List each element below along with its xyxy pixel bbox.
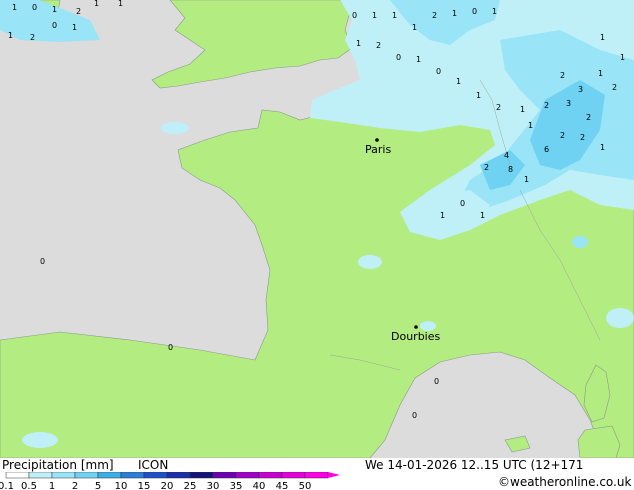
footer-credit: ©weatheronline.co.uk bbox=[498, 475, 632, 489]
legend-tick-label: 45 bbox=[276, 481, 289, 490]
city-label-paris: Paris bbox=[365, 143, 392, 156]
precip-value-label: 0 bbox=[352, 11, 357, 20]
precip-value-label: 1 bbox=[600, 143, 605, 152]
precip-value-label: 0 bbox=[32, 3, 37, 12]
legend-tick-label: 40 bbox=[253, 481, 266, 490]
precip-value-label: 2 bbox=[560, 131, 565, 140]
precip-value-label: 0 bbox=[434, 377, 439, 386]
precip-value-label: 1 bbox=[620, 53, 625, 62]
precip-value-label: 0 bbox=[436, 67, 441, 76]
precip-value-label: 0 bbox=[168, 343, 173, 352]
precip-value-label: 1 bbox=[456, 77, 461, 86]
legend-tick-label: 0.1 bbox=[0, 481, 14, 490]
legend-tick-label: 2 bbox=[72, 481, 78, 490]
precip-value-label: 1 bbox=[12, 3, 17, 12]
precip-value-label: 2 bbox=[496, 103, 501, 112]
legend-tick-label: 50 bbox=[299, 481, 312, 490]
precip-value-label: 2 bbox=[560, 71, 565, 80]
precip-value-label: 1 bbox=[416, 55, 421, 64]
legend-tick-label: 30 bbox=[207, 481, 220, 490]
legend-tick-label: 35 bbox=[230, 481, 243, 490]
precip-value-label: 2 bbox=[580, 133, 585, 142]
precip-value-label: 1 bbox=[528, 121, 533, 130]
precip-value-label: 1 bbox=[356, 39, 361, 48]
precip-value-label: 1 bbox=[452, 9, 457, 18]
precip-value-label: 2 bbox=[544, 101, 549, 110]
legend-swatch bbox=[28, 472, 53, 479]
dourbies-marker bbox=[414, 325, 418, 329]
precip-value-label: 1 bbox=[598, 69, 603, 78]
precip-value-label: 1 bbox=[118, 0, 123, 8]
city-label-dourbies: Dourbies bbox=[391, 330, 441, 343]
legend-swatch bbox=[143, 472, 168, 479]
precip-value-label: 1 bbox=[94, 0, 99, 8]
precip-value-label: 1 bbox=[440, 211, 445, 220]
legend-swatch bbox=[189, 472, 214, 479]
precip-value-label: 0 bbox=[472, 7, 477, 16]
legend-arrow bbox=[328, 472, 340, 478]
paris-marker bbox=[375, 138, 379, 142]
legend-tick-label: 10 bbox=[115, 481, 128, 490]
precip-value-label: 1 bbox=[492, 7, 497, 16]
legend-tick-label: 25 bbox=[184, 481, 197, 490]
legend-swatch bbox=[51, 472, 76, 479]
precip-value-label: 2 bbox=[432, 11, 437, 20]
precip-value-label: 6 bbox=[544, 145, 549, 154]
legend-swatch bbox=[97, 472, 122, 479]
precip-value-label: 2 bbox=[30, 33, 35, 42]
legend-tick-label: 20 bbox=[161, 481, 174, 490]
precip-value-label: 0 bbox=[460, 199, 465, 208]
precip-value-label: 2 bbox=[376, 41, 381, 50]
precip-value-label: 1 bbox=[392, 11, 397, 20]
precip-value-label: 1 bbox=[480, 211, 485, 220]
legend-tick-label: 15 bbox=[138, 481, 151, 490]
precip-value-label: 2 bbox=[612, 83, 617, 92]
precip-value-label: 1 bbox=[52, 5, 57, 14]
precip-value-label: 1 bbox=[372, 11, 377, 20]
precip-value-label: 8 bbox=[508, 165, 513, 174]
legend-swatch bbox=[258, 472, 283, 479]
precip-value-label: 0 bbox=[52, 21, 57, 30]
footer-model: ICON bbox=[138, 458, 169, 472]
legend-tick-label: 1 bbox=[49, 481, 55, 490]
legend-tick-label: 5 bbox=[95, 481, 101, 490]
footer-datetime: We 14-01-2026 12..15 UTC (12+171 bbox=[365, 458, 584, 472]
precip-value-label: 2 bbox=[484, 163, 489, 172]
footer: Precipitation [mm] ICON We 14-01-2026 12… bbox=[0, 458, 634, 490]
precip-value-label: 2 bbox=[76, 7, 81, 16]
legend-tick-label: 0.5 bbox=[21, 481, 37, 490]
precip-value-label: 1 bbox=[524, 175, 529, 184]
precip-value-label: 0 bbox=[412, 411, 417, 420]
precip-value-label: 3 bbox=[566, 99, 571, 108]
footer-title: Precipitation [mm] bbox=[2, 458, 114, 472]
legend-swatch bbox=[166, 472, 191, 479]
precip-value-label: 4 bbox=[504, 151, 509, 160]
precip-value-label: 1 bbox=[8, 31, 13, 40]
legend-swatch bbox=[281, 472, 306, 479]
precip-value-label: 3 bbox=[578, 85, 583, 94]
precip-value-label: 1 bbox=[412, 23, 417, 32]
legend-swatch bbox=[74, 472, 99, 479]
precip-value-label: 0 bbox=[396, 53, 401, 62]
precip-value-label: 2 bbox=[586, 113, 591, 122]
precipitation-legend: 0.1 0.5 1 2 5 10 15 20 25 30 35 40 45 50 bbox=[0, 472, 340, 490]
legend-swatch bbox=[235, 472, 260, 479]
precip-value-label: 1 bbox=[476, 91, 481, 100]
legend-swatch bbox=[120, 472, 145, 479]
precip-value-label: 1 bbox=[72, 23, 77, 32]
legend-swatch bbox=[304, 472, 329, 479]
precipitation-map: 1 0 1 21 11 20 10 1 112 1 0 11 20 10112 1 2 32462 8112 211… bbox=[0, 0, 634, 458]
precip-value-label: 1 bbox=[600, 33, 605, 42]
precip-value-label: 0 bbox=[40, 257, 45, 266]
precip-value-label: 1 bbox=[520, 105, 525, 114]
legend-swatch bbox=[5, 472, 30, 479]
land-sardinia bbox=[577, 425, 621, 458]
legend-swatch bbox=[212, 472, 237, 479]
